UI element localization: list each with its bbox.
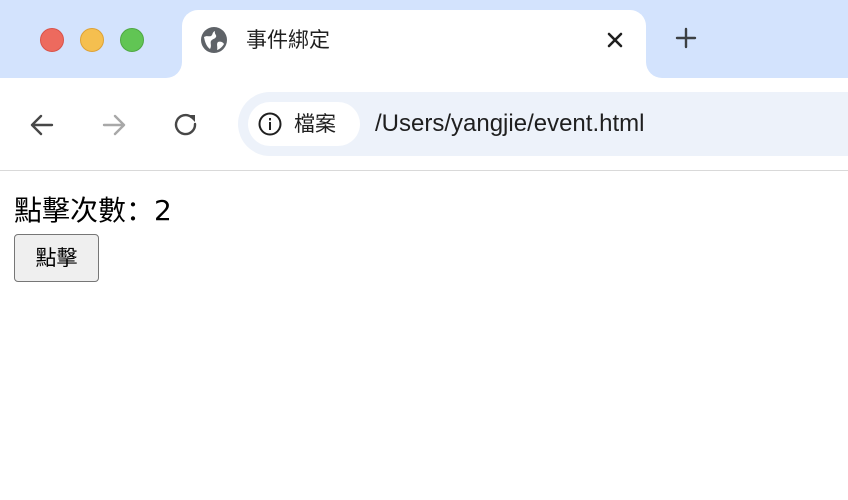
- page-content: 點擊次數：2 點擊: [0, 172, 848, 500]
- reload-icon[interactable]: [171, 110, 201, 140]
- plus-icon[interactable]: [672, 24, 700, 52]
- arrow-left-icon[interactable]: [27, 110, 57, 140]
- tab-strip: 事件綁定: [0, 0, 848, 78]
- click-count-text: 點擊次數：2: [14, 194, 172, 227]
- arrow-right-icon[interactable]: [99, 110, 129, 140]
- window-close-button[interactable]: [40, 28, 64, 52]
- tab-active[interactable]: 事件綁定: [182, 10, 646, 78]
- toolbar: 檔案 /Users/yangjie/event.html: [0, 78, 848, 171]
- url-text[interactable]: /Users/yangjie/event.html: [375, 109, 644, 139]
- window-minimize-button[interactable]: [80, 28, 104, 52]
- browser-window: 事件綁定 檔案 /Users/yangjie/event.html 點擊次數：2…: [0, 0, 848, 500]
- address-bar[interactable]: 檔案 /Users/yangjie/event.html: [238, 92, 848, 156]
- site-info-chip[interactable]: 檔案: [248, 102, 360, 146]
- window-maximize-button[interactable]: [120, 28, 144, 52]
- site-info-label: 檔案: [294, 112, 336, 136]
- globe-icon: [200, 26, 228, 54]
- close-icon[interactable]: [602, 27, 628, 53]
- click-button[interactable]: 點擊: [14, 234, 99, 282]
- tab-title: 事件綁定: [246, 28, 330, 52]
- info-icon: [258, 112, 282, 136]
